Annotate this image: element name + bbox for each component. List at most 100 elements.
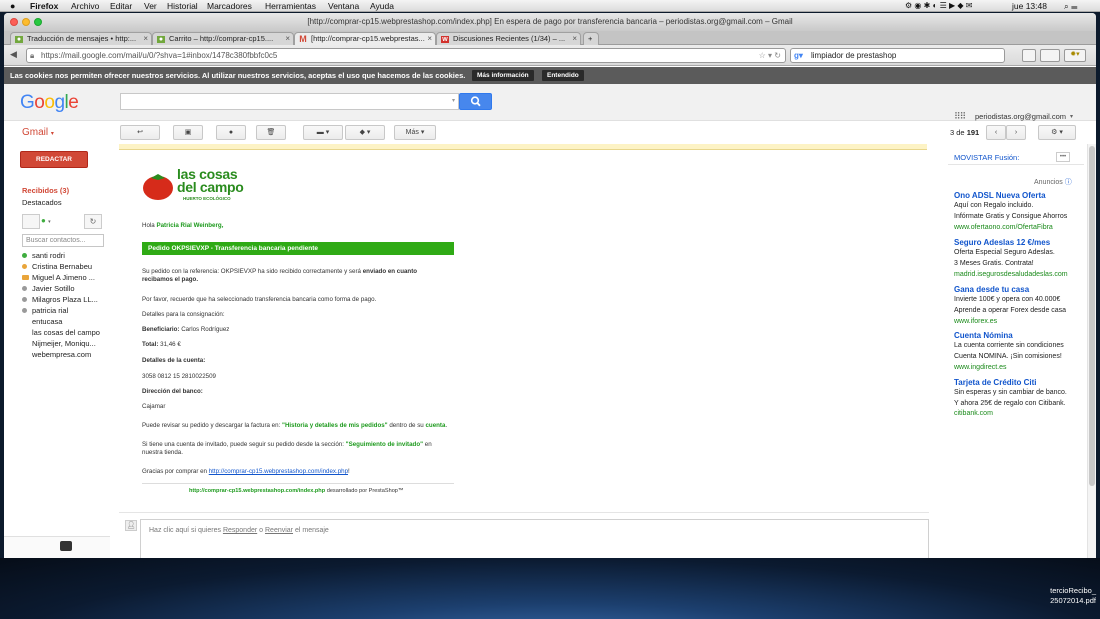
- contact-name: santi rodri: [32, 251, 65, 260]
- desktop-file-label[interactable]: tercioRecibo_ 25072014.pdf: [1030, 586, 1096, 606]
- menu-firefox[interactable]: Firefox: [30, 1, 58, 11]
- ad-url[interactable]: www.ofertaono.com/OfertaFibra: [954, 224, 1053, 231]
- minimize-window-icon[interactable]: [22, 18, 30, 26]
- menu-ventana[interactable]: Ventana: [328, 1, 359, 11]
- more-button[interactable]: Más ▾: [394, 125, 436, 140]
- store-link[interactable]: http://comprar-cp15.webprestashop.com/in…: [209, 468, 348, 475]
- account-link[interactable]: cuenta: [425, 422, 445, 429]
- scrollbar-thumb[interactable]: [1089, 146, 1095, 486]
- contact-item[interactable]: Nijmeijer, Moniqu...: [22, 339, 96, 348]
- labels-button[interactable]: ◆ ▾: [345, 125, 385, 140]
- menu-archivo[interactable]: Archivo: [71, 1, 99, 11]
- contact-item[interactable]: patricia rial: [22, 306, 68, 315]
- contact-item[interactable]: Miguel A Jimeno ...: [22, 273, 95, 282]
- ad-url[interactable]: citibank.com: [954, 410, 993, 417]
- reply-box[interactable]: Haz clic aquí si quieres Responder o Ree…: [140, 519, 929, 558]
- nav-inbox[interactable]: Recibidos (3): [22, 186, 69, 195]
- url-bar[interactable]: 🔒︎ https://mail.google.com/mail/u/0/?shv…: [26, 48, 786, 63]
- menu-editar[interactable]: Editar: [110, 1, 132, 11]
- paragraph-thanks: Gracias por comprar en http://comprar-cp…: [142, 468, 350, 476]
- forward-link[interactable]: Reenviar: [265, 527, 293, 534]
- home-icon[interactable]: [1022, 49, 1036, 62]
- contact-item[interactable]: Cristina Bernabeu: [22, 262, 92, 271]
- ad-line: 3 Meses Gratis. Contrata!: [954, 260, 1034, 267]
- status-icons[interactable]: ⚙ ◉ ✱ ◐ ☰ ▶ ◆ ✉: [905, 1, 972, 10]
- addon-icon[interactable]: ✹▾: [1064, 49, 1086, 62]
- tomato-logo-icon: [143, 174, 173, 200]
- web-search-text: limpiador de prestashop: [811, 51, 897, 60]
- menu-historial[interactable]: Historial: [167, 1, 198, 11]
- ad-title[interactable]: Gana desde tu casa: [954, 285, 1029, 294]
- tab-traduccion[interactable]: ● Traducción de mensajes • http:... ×: [10, 32, 152, 45]
- reply-link[interactable]: Responder: [223, 527, 257, 534]
- menubar-clock[interactable]: jue 13:48: [1012, 1, 1047, 11]
- apple-menu-icon[interactable]: ●: [10, 1, 15, 11]
- move-to-button[interactable]: ▬ ▾: [303, 125, 343, 140]
- delete-button[interactable]: 🗑︎: [256, 125, 286, 140]
- guest-tracking-link[interactable]: "Seguimiento de invitado": [346, 441, 423, 448]
- order-history-link[interactable]: "Historia y detalles de mis pedidos": [282, 422, 388, 429]
- bookmarks-icon[interactable]: [1040, 49, 1060, 62]
- newer-button[interactable]: ‹: [986, 125, 1006, 140]
- spotlight-icon[interactable]: ⌕ ☰: [1064, 1, 1078, 12]
- contact-item[interactable]: webempresa.com: [22, 350, 91, 359]
- tab-gmail-active[interactable]: M [http://comprar-cp15.webprestas... ×: [294, 32, 436, 45]
- account-dropdown-icon[interactable]: ▾: [1070, 113, 1073, 120]
- zoom-window-icon[interactable]: [34, 18, 42, 26]
- archive-button[interactable]: ▣: [173, 125, 203, 140]
- close-tab-icon[interactable]: ×: [572, 33, 577, 45]
- close-tab-icon[interactable]: ×: [427, 33, 432, 45]
- close-tab-icon[interactable]: ×: [143, 33, 148, 45]
- contacts-search-input[interactable]: Buscar contactos...: [22, 234, 104, 247]
- back-arrow-icon[interactable]: ◀: [10, 49, 17, 60]
- ad-title[interactable]: Ono ADSL Nueva Oferta: [954, 191, 1046, 200]
- back-to-inbox-button[interactable]: ↩: [120, 125, 160, 140]
- settings-button[interactable]: ⚙ ▾: [1038, 125, 1076, 140]
- apps-grid-icon[interactable]: ⠿⠿: [954, 111, 966, 122]
- more-dots-icon[interactable]: •••: [1056, 152, 1070, 162]
- report-spam-button[interactable]: ●: [216, 125, 246, 140]
- tab-carrito[interactable]: ● Carrito – http://comprar-cp15.... ×: [152, 32, 294, 45]
- accept-cookies-button[interactable]: Entendido: [542, 70, 584, 81]
- tab-discusiones[interactable]: w Discusiones Recientes (1/34) – ... ×: [436, 32, 581, 45]
- footer-store-link[interactable]: http://comprar-cp15.webprestashop.com/in…: [189, 488, 325, 494]
- ad-line: Aquí con Regalo incluido.: [954, 202, 1034, 209]
- older-button[interactable]: ›: [1006, 125, 1026, 140]
- menu-marcadores[interactable]: Marcadores: [207, 1, 252, 11]
- menu-ver[interactable]: Ver: [144, 1, 157, 11]
- google-logo[interactable]: Google: [20, 92, 79, 114]
- contact-item[interactable]: Milagros Plaza LL...: [22, 295, 98, 304]
- status-dot-icon[interactable]: ● ▾: [41, 216, 51, 225]
- web-search-field[interactable]: g▾ limpiador de prestashop: [790, 48, 1005, 63]
- ad-url[interactable]: madrid.isegurosdesaludadeslas.com: [954, 271, 1068, 278]
- nav-starred[interactable]: Destacados: [22, 198, 62, 207]
- contact-item[interactable]: Javier Sotillo: [22, 284, 75, 293]
- reload-star-icon[interactable]: ☆ ▾ ↻: [759, 49, 781, 62]
- avatar[interactable]: [22, 214, 40, 229]
- more-info-button[interactable]: Más información: [472, 70, 534, 81]
- ad-title[interactable]: Tarjeta de Crédito Citi: [954, 378, 1037, 387]
- new-tab-button[interactable]: +: [583, 32, 599, 45]
- ad-url[interactable]: www.ingdirect.es: [954, 364, 1007, 371]
- contact-item[interactable]: santi rodri: [22, 251, 65, 260]
- ad-url[interactable]: www.iforex.es: [954, 318, 997, 325]
- account-email[interactable]: periodistas.org@gmail.com: [975, 112, 1066, 121]
- ad-title[interactable]: Seguro Adeslas 12 €/mes: [954, 238, 1050, 247]
- contact-item[interactable]: entucasa: [22, 317, 62, 326]
- gmail-label[interactable]: Gmail ▾: [22, 127, 54, 138]
- vertical-scrollbar[interactable]: [1087, 144, 1096, 558]
- chat-bubble-icon[interactable]: [60, 541, 72, 551]
- mail-search-button[interactable]: [459, 93, 492, 110]
- menu-ayuda[interactable]: Ayuda: [370, 1, 394, 11]
- ad-title[interactable]: Cuenta Nómina: [954, 331, 1013, 340]
- movistar-link[interactable]: MOVISTAR Fusión:: [954, 153, 1019, 162]
- close-tab-icon[interactable]: ×: [285, 33, 290, 45]
- mail-search-input[interactable]: ▾: [120, 93, 459, 110]
- close-window-icon[interactable]: [10, 18, 18, 26]
- compose-button[interactable]: REDACTAR: [20, 151, 88, 168]
- hangouts-call-icon[interactable]: ↻: [84, 214, 102, 229]
- contact-item[interactable]: las cosas del campo: [22, 328, 100, 337]
- menu-herramientas[interactable]: Herramientas: [265, 1, 316, 11]
- search-dropdown-icon[interactable]: ▾: [452, 97, 455, 104]
- info-icon[interactable]: ⓘ: [1065, 179, 1072, 186]
